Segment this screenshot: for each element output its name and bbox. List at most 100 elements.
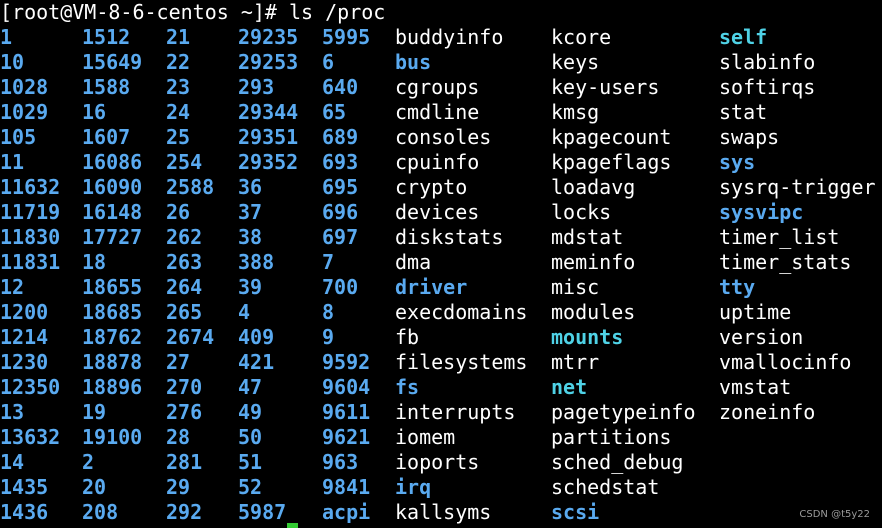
listing-entry: 1436 xyxy=(0,500,49,524)
listing-entry: 26 xyxy=(166,200,191,224)
listing-entry: 18655 xyxy=(82,275,143,299)
listing-row: 11632 16090 2588 36 695 crypto loadavg sysrq-tr… xyxy=(0,175,882,200)
listing-entry: 16 xyxy=(82,100,107,124)
listing-entry: 281 xyxy=(166,450,203,474)
listing-entry: 264 xyxy=(166,275,203,299)
listing-entry: 263 xyxy=(166,250,203,274)
listing-entry: 36 xyxy=(238,175,263,199)
listing-entry: 18685 xyxy=(82,300,143,324)
listing-entry: partitions xyxy=(551,425,672,449)
listing-row: 1029 16 24 29344 65 cmdline kmsg stat xyxy=(0,100,882,125)
listing-entry: 693 xyxy=(322,150,359,174)
listing-entry: vmallocinfo xyxy=(719,350,852,374)
listing-entry: 105 xyxy=(0,125,37,149)
listing-entry: 29 xyxy=(166,475,191,499)
listing-entry: devices xyxy=(395,200,480,224)
listing-entry: driver xyxy=(395,275,468,299)
listing-row: 11830 17727 262 38 697 diskstats mdstat timer_l… xyxy=(0,225,882,250)
listing-entry: misc xyxy=(551,275,600,299)
listing-entry: uptime xyxy=(719,300,792,324)
listing-entry: sys xyxy=(719,150,756,174)
listing-entry: 11632 xyxy=(0,175,61,199)
listing-entry: 270 xyxy=(166,375,203,399)
listing-entry: consoles xyxy=(395,125,492,149)
listing-entry: 65 xyxy=(322,100,347,124)
listing-entry: 12 xyxy=(0,275,25,299)
listing-entry: cmdline xyxy=(395,100,480,124)
listing-entry: fb xyxy=(395,325,420,349)
listing-entry: 292 xyxy=(166,500,203,524)
listing-entry: mdstat xyxy=(551,225,624,249)
listing-entry: 695 xyxy=(322,175,359,199)
listing-entry: buddyinfo xyxy=(395,25,504,49)
listing-row: 1 1512 21 29235 5995 buddyinfo kcore self xyxy=(0,25,882,50)
listing-entry: 9604 xyxy=(322,375,371,399)
listing-row: 1028 1588 23 293 640 cgroups key-users softirqs xyxy=(0,75,882,100)
listing-entry: 29253 xyxy=(238,50,299,74)
listing-row: 11831 18 263 388 7 dma meminfo timer_stats xyxy=(0,250,882,275)
listing-entry: 18896 xyxy=(82,375,143,399)
listing-entry: 276 xyxy=(166,400,203,424)
listing-row: 12350 18896 270 47 9604 fs net vmstat xyxy=(0,375,882,400)
listing-entry: self xyxy=(719,25,768,49)
terminal-window[interactable]: [root@VM-8-6-centos ~]# ls /proc 1 1512 21… xyxy=(0,0,882,528)
listing-entry: slabinfo xyxy=(719,50,816,74)
listing-entry: tty xyxy=(719,275,756,299)
listing-entry: 1 xyxy=(0,25,13,49)
listing-row: 12 18655 264 39 700 driver misc tty xyxy=(0,275,882,300)
listing-entry: irq xyxy=(395,475,432,499)
listing-entry: 5995 xyxy=(322,25,371,49)
listing-entry: 700 xyxy=(322,275,359,299)
listing-entry: 5987 xyxy=(238,500,287,524)
listing-entry: loadavg xyxy=(551,175,636,199)
listing-entry: 421 xyxy=(238,350,275,374)
listing-entry: 47 xyxy=(238,375,263,399)
listing-entry: 49 xyxy=(238,400,263,424)
listing-entry: 10 xyxy=(0,50,25,74)
listing-entry: locks xyxy=(551,200,612,224)
listing-entry: 696 xyxy=(322,200,359,224)
listing-entry: 1028 xyxy=(0,75,49,99)
listing-entry: 50 xyxy=(238,425,263,449)
listing-entry: 1607 xyxy=(82,125,131,149)
listing-entry: key-users xyxy=(551,75,660,99)
text-cursor xyxy=(287,523,298,528)
listing-entry: 4 xyxy=(238,300,251,324)
listing-row: 1435 20 29 52 9841 irq schedstat xyxy=(0,475,882,500)
listing-entry: 16090 xyxy=(82,175,143,199)
listing-entry: scsi xyxy=(551,500,600,524)
listing-entry: 9611 xyxy=(322,400,371,424)
listing-entry: kpagecount xyxy=(551,125,672,149)
listing-entry: 11830 xyxy=(0,225,61,249)
listing-entry: 8 xyxy=(322,300,335,324)
listing-entry: filesystems xyxy=(395,350,528,374)
listing-row: 14 2 281 51 963 ioports sched_debug xyxy=(0,450,882,475)
listing-entry: softirqs xyxy=(719,75,816,99)
listing-entry: interrupts xyxy=(395,400,516,424)
listing-entry: version xyxy=(719,325,804,349)
listing-entry: 39 xyxy=(238,275,263,299)
listing-entry: 409 xyxy=(238,325,275,349)
listing-entry: 13632 xyxy=(0,425,61,449)
listing-entry: kallsyms xyxy=(395,500,492,524)
listing-entry: 14 xyxy=(0,450,25,474)
listing-entry: 2674 xyxy=(166,325,215,349)
listing-entry: stat xyxy=(719,100,768,124)
listing-entry: timer_stats xyxy=(719,250,852,274)
listing-entry: 16086 xyxy=(82,150,143,174)
listing-entry: 689 xyxy=(322,125,359,149)
listing-entry: kpageflags xyxy=(551,150,672,174)
listing-entry: 11719 xyxy=(0,200,61,224)
listing-entry: cpuinfo xyxy=(395,150,480,174)
listing-entry: 254 xyxy=(166,150,203,174)
listing-entry: meminfo xyxy=(551,250,636,274)
listing-entry: kcore xyxy=(551,25,612,49)
listing-entry: execdomains xyxy=(395,300,528,324)
listing-row: 11 16086 254 29352 693 cpuinfo kpageflags sys xyxy=(0,150,882,175)
listing-row: 13 19 276 49 9611 interrupts pagetypeinfo zonei… xyxy=(0,400,882,425)
listing-entry: cgroups xyxy=(395,75,480,99)
listing-entry: 1200 xyxy=(0,300,49,324)
listing-entry: 21 xyxy=(166,25,191,49)
listing-row: 11719 16148 26 37 696 devices locks sysvipc xyxy=(0,200,882,225)
listing-entry: 29344 xyxy=(238,100,299,124)
